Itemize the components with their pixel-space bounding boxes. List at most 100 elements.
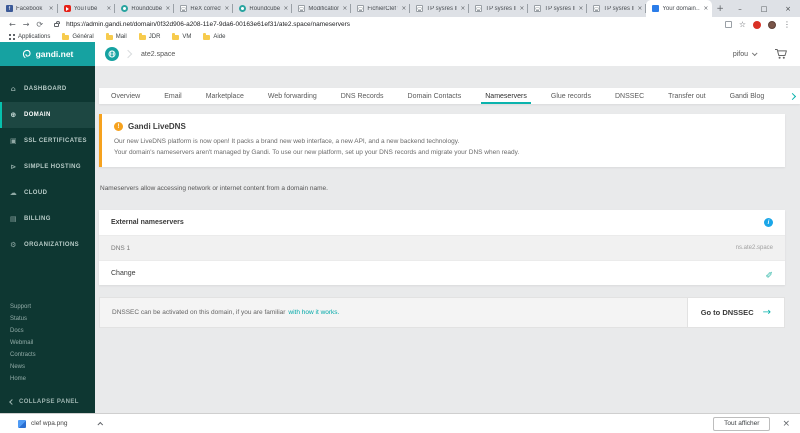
browser-tab-tp-sysres-4[interactable]: TP sysres IMA… × (587, 0, 647, 17)
minimize-icon[interactable]: – (728, 0, 752, 17)
tab-title: ReX correctio… (190, 5, 222, 12)
browser-tab-tp-sysres-2[interactable]: TP sysres IMA… × (469, 0, 529, 17)
tab-transfer-out[interactable]: Transfer out (656, 88, 717, 104)
bookmark-folder-jdr[interactable]: JDR (138, 33, 160, 40)
roundcube-favicon-icon (121, 5, 129, 12)
browser-tab-roundcube-2[interactable]: Roundcube W… × (233, 0, 293, 17)
browser-tab-rex[interactable]: ReX correctio… × (174, 0, 234, 17)
tab-close-icon[interactable]: × (283, 5, 288, 12)
browser-window: f Facebook × YouTube × Roundcube W… × Re… (0, 0, 800, 433)
tab-close-icon[interactable]: × (637, 5, 642, 12)
sidebar-item-organizations[interactable]: ⚙ ORGANIZATIONS (0, 232, 95, 258)
profile-avatar[interactable] (768, 20, 776, 29)
browser-tab-tp-sysres-1[interactable]: TP sysres IMA… × (410, 0, 470, 17)
collapse-panel-button[interactable]: COLLAPSE PANEL (0, 399, 95, 405)
tab-close-icon[interactable]: × (578, 5, 583, 12)
browser-tab-your-domain-active[interactable]: Your domain… × (646, 0, 713, 17)
forward-icon[interactable]: → (23, 20, 30, 29)
bookmark-label: Applications (18, 34, 51, 40)
tab-nameservers-active[interactable]: Nameservers (473, 88, 539, 104)
browser-tab-roundcube[interactable]: Roundcube W… × (115, 0, 175, 17)
maximize-icon[interactable]: □ (752, 0, 776, 17)
folder-icon (62, 33, 70, 40)
tab-close-icon[interactable]: × (703, 5, 708, 12)
tab-glue-records[interactable]: Glue records (539, 88, 603, 104)
sidebar-link-docs[interactable]: Docs (0, 325, 95, 337)
close-download-bar-icon[interactable]: × (782, 419, 790, 429)
adblock-extension-icon[interactable] (753, 20, 761, 29)
tab-close-icon[interactable]: × (224, 5, 229, 12)
tab-gandi-blog[interactable]: Gandi Blog (718, 88, 777, 104)
bookmark-folder-aide[interactable]: Aide (203, 33, 225, 40)
secure-lock-icon[interactable] (54, 20, 60, 27)
document-favicon-icon (416, 5, 424, 12)
tab-web-forwarding[interactable]: Web forwarding (256, 88, 329, 104)
change-nameservers-row[interactable]: Change ✎ (99, 260, 785, 285)
tab-close-icon[interactable]: × (49, 5, 54, 12)
go-to-dnssec-button[interactable]: Go to DNSSEC → (686, 298, 784, 328)
app-breadcrumb-bar: ate2.space pifou (95, 42, 800, 66)
caret-up-icon[interactable] (96, 421, 103, 428)
download-filename: clef wpa.png (31, 420, 68, 427)
browser-tab-facebook[interactable]: f Facebook × (0, 0, 58, 17)
apps-grid-icon (9, 34, 15, 40)
url-field[interactable]: https://admin.gandi.net/domain/0f32d906-… (66, 21, 718, 28)
translate-icon[interactable] (724, 21, 732, 28)
tab-title: YouTube (73, 5, 98, 12)
sidebar-item-billing[interactable]: ▤ BILLING (0, 206, 95, 232)
new-tab-button[interactable]: + (712, 0, 728, 17)
tab-email[interactable]: Email (152, 88, 194, 104)
tab-marketplace[interactable]: Marketplace (194, 88, 256, 104)
sidebar-link-status[interactable]: Status (0, 313, 95, 325)
sidebar-item-label: ORGANIZATIONS (24, 242, 80, 248)
tab-close-icon[interactable]: × (401, 5, 406, 12)
sidebar-link-webmail[interactable]: Webmail (0, 337, 95, 349)
download-item[interactable]: clef wpa.png (18, 419, 103, 428)
sidebar-item-ssl-certificates[interactable]: ▣ SSL CERTIFICATES (0, 128, 95, 154)
image-file-icon (18, 419, 26, 428)
browser-tab-tp-sysres-3[interactable]: TP sysres IMA… × (528, 0, 588, 17)
tab-domain-contacts[interactable]: Domain Contacts (396, 88, 474, 104)
dnssec-how-it-works-link[interactable]: with how it works. (288, 309, 339, 316)
reload-icon[interactable]: ⟳ (36, 20, 43, 29)
tab-close-icon[interactable]: × (165, 5, 170, 12)
tabs-scroll-right-button[interactable] (784, 88, 800, 104)
sidebar-item-simple-hosting[interactable]: ⊳ SIMPLE HOSTING (0, 154, 95, 180)
browser-tab-youtube[interactable]: YouTube × (58, 0, 116, 17)
edit-pencil-icon[interactable]: ✎ (765, 268, 773, 278)
browser-tab-modification[interactable]: Modification … × (292, 0, 352, 17)
sidebar-link-support[interactable]: Support (0, 301, 95, 313)
bookmark-star-icon[interactable]: ☆ (739, 20, 746, 29)
notice-title: Gandi LiveDNS (128, 122, 186, 131)
tab-close-icon[interactable]: × (342, 5, 347, 12)
close-window-icon[interactable]: × (776, 0, 800, 17)
bookmark-folder-vm[interactable]: VM (172, 33, 191, 40)
tab-dns-records[interactable]: DNS Records (329, 88, 396, 104)
sidebar-item-dashboard[interactable]: ⌂ DASHBOARD (0, 76, 95, 102)
sidebar-item-cloud[interactable]: ☁ CLOUD (0, 180, 95, 206)
tab-title: Your domain… (662, 5, 701, 12)
tab-close-icon[interactable]: × (106, 5, 111, 12)
tab-close-icon[interactable]: × (519, 5, 524, 12)
tab-close-icon[interactable]: × (460, 5, 465, 12)
bookmark-folder-mail[interactable]: Mail (105, 33, 127, 40)
sidebar-item-domain[interactable]: ⊕ DOMAIN (0, 102, 95, 128)
gandi-logo[interactable]: gandi.net (0, 42, 95, 66)
bookmark-folder-general[interactable]: Général (62, 33, 94, 40)
gandi-app: gandi.net ate2.space pifou ⌂ DASHBOARD ⊕… (0, 42, 800, 413)
browser-menu-icon[interactable]: ⋮ (783, 20, 791, 29)
sidebar-link-home[interactable]: Home (0, 373, 95, 385)
tab-overview[interactable]: Overview (99, 88, 152, 104)
sidebar-link-contracts[interactable]: Contracts (0, 349, 95, 361)
show-all-downloads-button[interactable]: Tout afficher (713, 416, 771, 431)
tab-dnssec[interactable]: DNSSEC (603, 88, 656, 104)
back-icon[interactable]: ← (9, 20, 16, 29)
dns1-row: DNS 1 ns.ate2.space (99, 235, 785, 261)
browser-tab-fichierclef[interactable]: FichierClef w… × (351, 0, 411, 17)
user-menu[interactable]: pifou (733, 50, 758, 58)
info-icon[interactable]: i (764, 218, 773, 228)
cart-icon[interactable] (774, 48, 788, 60)
gear-icon: ⚙ (10, 241, 17, 249)
sidebar-link-news[interactable]: News (0, 361, 95, 373)
bookmark-applications[interactable]: Applications (9, 34, 50, 40)
